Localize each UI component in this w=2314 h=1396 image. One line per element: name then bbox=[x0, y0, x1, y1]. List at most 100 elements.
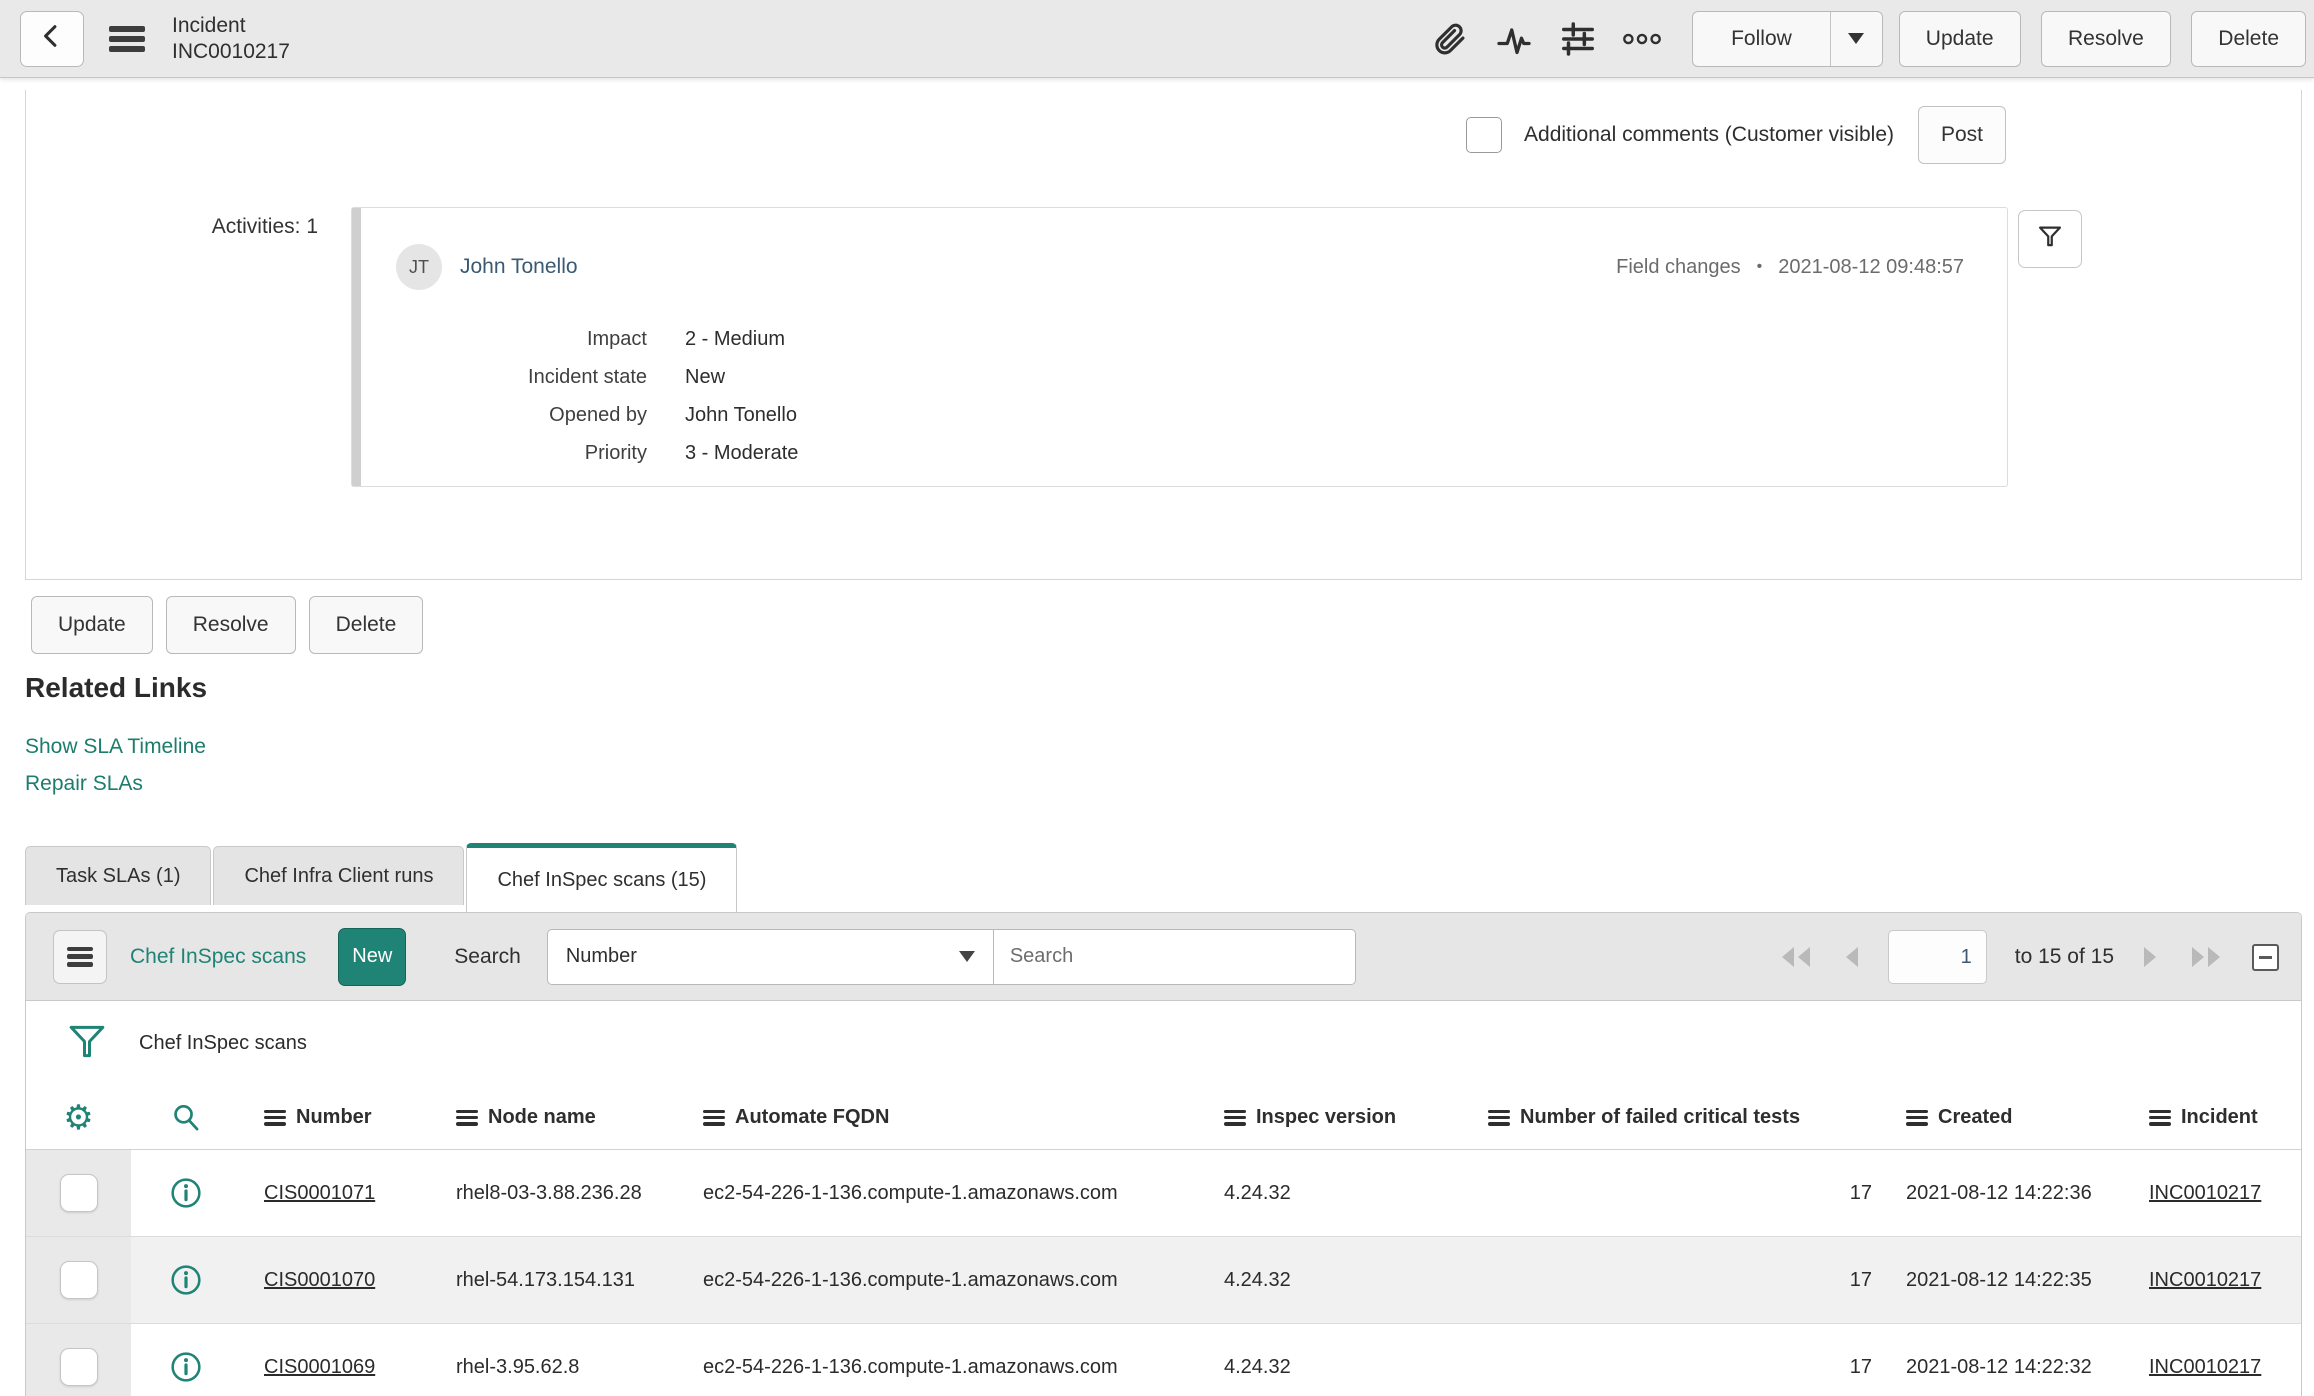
inspec-version-cell: 4.24.32 bbox=[1224, 1268, 1291, 1291]
column-menu-icon bbox=[1488, 1109, 1510, 1126]
meta-separator-dot: • bbox=[1756, 258, 1763, 275]
row-select-cell bbox=[26, 1150, 131, 1236]
collapse-list-button[interactable] bbox=[2252, 943, 2279, 971]
search-field-select[interactable]: Number bbox=[546, 928, 994, 985]
last-page-button[interactable] bbox=[2188, 945, 2224, 969]
tab-chef-infra-client-runs[interactable]: Chef Infra Client runs bbox=[213, 846, 465, 905]
field-change-row: Priority 3 - Moderate bbox=[352, 434, 799, 472]
related-links-title: Related Links bbox=[25, 672, 208, 703]
column-header-inspec-version[interactable]: Inspec version bbox=[1210, 1086, 1470, 1149]
personalize-columns-button[interactable]: ⚙ bbox=[26, 1086, 131, 1149]
incident-link[interactable]: INC0010217 bbox=[2149, 1356, 2261, 1379]
column-header-created[interactable]: Created bbox=[1880, 1086, 2128, 1149]
node-name-cell: rhel-3.95.62.8 bbox=[456, 1355, 580, 1378]
activity-user-name[interactable]: John Tonello bbox=[460, 255, 578, 279]
row-checkbox[interactable] bbox=[59, 1348, 98, 1386]
search-field-selected-value: Number bbox=[565, 945, 637, 967]
column-header-label: Incident bbox=[2181, 1106, 2258, 1128]
field-label: Impact bbox=[586, 328, 647, 350]
tab-task-slas[interactable]: Task SLAs (1) bbox=[25, 846, 212, 905]
chevron-down-icon bbox=[1848, 33, 1865, 44]
scan-number-link[interactable]: CIS0001069 bbox=[264, 1356, 375, 1379]
column-header-node-name[interactable]: Node name bbox=[436, 1086, 691, 1149]
search-label: Search bbox=[454, 944, 521, 968]
created-cell: 2021-08-12 14:22:32 bbox=[1906, 1355, 2092, 1378]
first-page-button[interactable] bbox=[1778, 945, 1814, 969]
inspec-version-cell: 4.24.32 bbox=[1224, 1355, 1291, 1378]
new-record-button[interactable]: New bbox=[338, 927, 407, 986]
follow-button[interactable]: Follow bbox=[1693, 12, 1830, 66]
show-sla-timeline-link[interactable]: Show SLA Timeline bbox=[25, 728, 207, 765]
chef-inspec-scans-list: Chef InSpec scans New Search Number to 1… bbox=[25, 912, 2302, 1396]
table-row: CIS0001069 rhel-3.95.62.8 ec2-54-226-1-1… bbox=[26, 1324, 2301, 1396]
update-button-bottom[interactable]: Update bbox=[31, 596, 153, 654]
column-header-label: Inspec version bbox=[1256, 1106, 1397, 1128]
back-button[interactable] bbox=[20, 10, 84, 67]
field-value: New bbox=[685, 366, 726, 388]
header-actions: Follow Update Resolve Delete bbox=[1430, 10, 2306, 67]
field-value: 2 - Medium bbox=[685, 328, 786, 350]
column-header-automate-fqdn[interactable]: Automate FQDN bbox=[691, 1086, 1210, 1149]
avatar: JT bbox=[396, 244, 442, 290]
activity-stream-icon[interactable] bbox=[1494, 19, 1534, 59]
table-row: CIS0001070 rhel-54.173.154.131 ec2-54-22… bbox=[26, 1237, 2301, 1324]
page-number-input[interactable] bbox=[1887, 930, 1987, 984]
delete-button[interactable]: Delete bbox=[2191, 10, 2306, 67]
next-page-button[interactable] bbox=[2142, 945, 2160, 969]
created-cell: 2021-08-12 14:22:35 bbox=[1906, 1268, 2092, 1291]
gear-icon: ⚙ bbox=[63, 1097, 94, 1138]
record-preview-button[interactable] bbox=[170, 1264, 202, 1296]
context-menu-icon[interactable] bbox=[109, 25, 145, 52]
delete-button-bottom[interactable]: Delete bbox=[308, 596, 424, 654]
node-name-cell: rhel-54.173.154.131 bbox=[456, 1268, 636, 1291]
column-search-toggle[interactable] bbox=[131, 1086, 241, 1149]
follow-dropdown-button[interactable] bbox=[1829, 11, 1882, 66]
activity-meta: Field changes • 2021-08-12 09:48:57 bbox=[1616, 256, 1964, 279]
pagination: to 15 of 15 bbox=[1778, 913, 2279, 1001]
additional-comments-row: Additional comments (Customer visible) P… bbox=[1466, 106, 2006, 164]
column-header-label: Created bbox=[1938, 1106, 2013, 1128]
failed-critical-tests-cell: 17 bbox=[1849, 1181, 1872, 1204]
automate-fqdn-cell: ec2-54-226-1-136.compute-1.amazonaws.com bbox=[703, 1181, 1118, 1204]
resolve-button-bottom[interactable]: Resolve bbox=[165, 596, 296, 654]
search-icon bbox=[174, 1104, 199, 1130]
row-checkbox[interactable] bbox=[59, 1174, 98, 1212]
incident-page: Incident INC0010217 Follow Update Resolv… bbox=[0, 0, 2314, 1396]
activity-timestamp: 2021-08-12 09:48:57 bbox=[1778, 255, 1964, 278]
row-checkbox[interactable] bbox=[59, 1261, 98, 1299]
additional-comments-label: Additional comments (Customer visible) bbox=[1524, 123, 1894, 146]
column-header-number[interactable]: Number bbox=[241, 1086, 436, 1149]
resolve-button[interactable]: Resolve bbox=[2040, 10, 2171, 67]
column-header-failed-critical-tests[interactable]: Number of failed critical tests bbox=[1470, 1086, 1880, 1149]
repair-slas-link[interactable]: Repair SLAs bbox=[25, 765, 207, 802]
row-select-cell bbox=[26, 1324, 131, 1396]
list-toolbar: Chef InSpec scans New Search Number to 1… bbox=[26, 913, 2301, 1001]
row-info-cell bbox=[131, 1237, 241, 1323]
column-header-incident[interactable]: Incident bbox=[2128, 1086, 2301, 1149]
record-preview-button[interactable] bbox=[170, 1351, 202, 1383]
column-header-label: Number bbox=[296, 1106, 372, 1128]
follow-split-button: Follow bbox=[1692, 10, 1883, 67]
update-button[interactable]: Update bbox=[1898, 10, 2021, 67]
list-title[interactable]: Chef InSpec scans bbox=[130, 945, 306, 969]
incident-link[interactable]: INC0010217 bbox=[2149, 1182, 2261, 1205]
post-button[interactable]: Post bbox=[1918, 106, 2006, 164]
previous-page-button[interactable] bbox=[1842, 945, 1860, 969]
list-menu-button[interactable] bbox=[53, 929, 107, 984]
tab-chef-inspec-scans[interactable]: Chef InSpec scans (15) bbox=[466, 843, 738, 912]
activity-filter-button[interactable] bbox=[2018, 210, 2082, 268]
list-filter-button[interactable] bbox=[67, 1022, 107, 1066]
customer-visible-checkbox[interactable] bbox=[1466, 117, 1503, 153]
search-input[interactable] bbox=[993, 928, 1356, 985]
row-info-cell bbox=[131, 1324, 241, 1396]
personalize-form-icon[interactable] bbox=[1558, 19, 1598, 59]
incident-link[interactable]: INC0010217 bbox=[2149, 1269, 2261, 1292]
field-changes-list: Impact 2 - Medium Incident state New Ope… bbox=[352, 320, 798, 472]
automate-fqdn-cell: ec2-54-226-1-136.compute-1.amazonaws.com bbox=[703, 1355, 1118, 1378]
record-preview-button[interactable] bbox=[170, 1177, 202, 1209]
scan-number-link[interactable]: CIS0001071 bbox=[264, 1182, 375, 1205]
attachment-icon[interactable] bbox=[1430, 19, 1470, 59]
more-options-icon[interactable] bbox=[1622, 19, 1662, 59]
field-value: 3 - Moderate bbox=[685, 442, 799, 464]
scan-number-link[interactable]: CIS0001070 bbox=[264, 1269, 375, 1292]
